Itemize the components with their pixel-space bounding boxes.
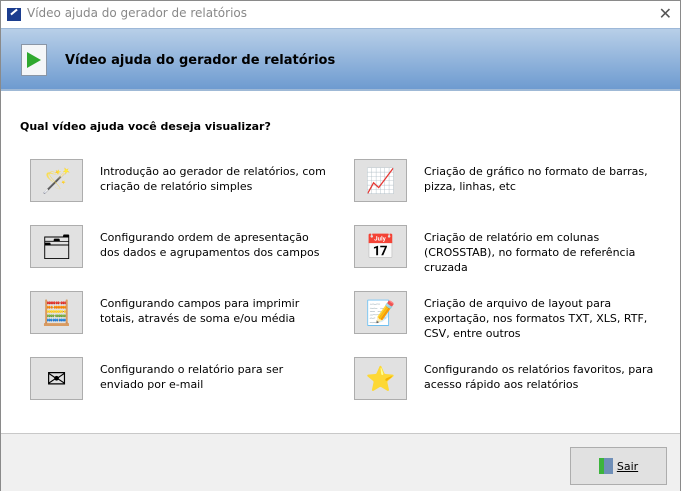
video-option-button[interactable]: 📈 xyxy=(354,159,407,202)
video-option-text: Configurando ordem de apresentação dos d… xyxy=(100,231,320,259)
app-icon xyxy=(7,8,21,21)
video-option-button[interactable]: ⭐ xyxy=(354,357,407,400)
table-grid-icon: 📅 xyxy=(365,232,396,261)
envelope-icon: ✉ xyxy=(46,364,67,393)
title-bar: Vídeo ajuda do gerador de relatórios ✕ xyxy=(1,1,680,28)
calculator-icon: 🧮 xyxy=(41,298,72,327)
video-option-text: Criação de relatório em colunas (CROSSTA… xyxy=(424,231,636,274)
video-option-button[interactable]: 📝 xyxy=(354,291,407,334)
tree-structure-icon: 🗂 xyxy=(41,232,72,261)
dialog-window: Vídeo ajuda do gerador de relatórios ✕ V… xyxy=(0,0,681,491)
video-option-button[interactable]: ✉ xyxy=(30,357,83,400)
video-option-text: Configurando o relatório para ser enviad… xyxy=(100,363,284,391)
video-option-text: Criação de gráfico no formato de barras,… xyxy=(424,165,648,193)
magic-wand-icon: 🪄 xyxy=(41,166,72,195)
video-option-button[interactable]: 🪄 xyxy=(30,159,83,202)
video-document-icon xyxy=(21,44,47,76)
header-title: Vídeo ajuda do gerador de relatórios xyxy=(65,53,336,68)
close-icon[interactable]: ✕ xyxy=(659,4,672,23)
exit-door-icon xyxy=(598,458,613,474)
video-option-button[interactable]: 🗂 xyxy=(30,225,83,268)
video-option-button[interactable]: 📅 xyxy=(354,225,407,268)
video-option-text: Criação de arquivo de layout para export… xyxy=(424,297,648,340)
video-option-button[interactable]: 🧮 xyxy=(30,291,83,334)
question-label: Qual vídeo ajuda você deseja visualizar? xyxy=(20,120,271,133)
header-banner: Vídeo ajuda do gerador de relatórios xyxy=(1,28,680,91)
footer: Sair xyxy=(1,433,680,491)
video-option-text: Introdução ao gerador de relatórios, com… xyxy=(100,165,326,193)
exit-button-label: Sair xyxy=(616,459,639,473)
exit-button[interactable]: Sair xyxy=(570,447,667,485)
star-check-icon: ⭐ xyxy=(365,364,396,393)
chart-icon: 📈 xyxy=(365,166,396,195)
window-title: Vídeo ajuda do gerador de relatórios xyxy=(27,6,248,20)
notepad-pencil-icon: 📝 xyxy=(365,298,396,327)
video-option-text: Configurando os relatórios favoritos, pa… xyxy=(424,363,654,391)
video-option-text: Configurando campos para imprimir totais… xyxy=(100,297,300,325)
